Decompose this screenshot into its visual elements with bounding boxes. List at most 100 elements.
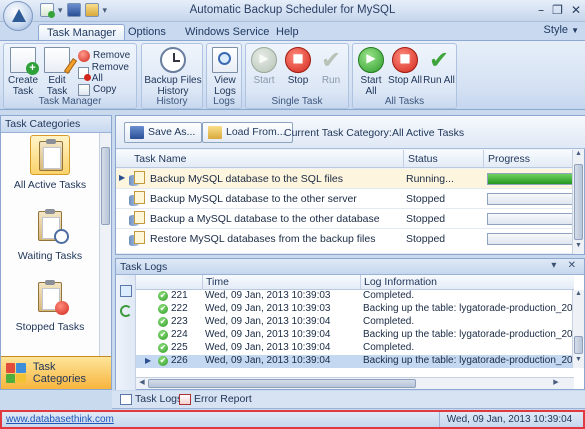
load-from-label: Load From... [226, 126, 286, 138]
app-logo-icon [12, 9, 26, 22]
scrollbar-thumb[interactable] [574, 336, 583, 354]
log-id: 221 [171, 290, 188, 301]
database-task-icon [129, 231, 146, 247]
load-from-button[interactable]: Load From... [202, 122, 293, 143]
tab-windows-service[interactable]: Windows Service [177, 24, 277, 41]
website-link[interactable]: www.databasethink.com [6, 414, 114, 425]
log-row[interactable]: ▶ ✔ 226 Wed, 09 Jan, 2013 10:39:04 Backi… [136, 355, 574, 368]
run-all-label: Run All [423, 75, 455, 86]
row-pointer-icon: ▶ [145, 356, 152, 365]
panel-controls-icon[interactable]: ▾ ✕ [551, 260, 580, 271]
task-name-cell: Restore MySQL databases from the backup … [150, 233, 376, 245]
log-row[interactable]: ✔ 221 Wed, 09 Jan, 2013 10:39:03 Complet… [136, 290, 574, 303]
edit-task-button[interactable]: Edit Task [40, 47, 78, 97]
log-row[interactable]: ✔ 222 Wed, 09 Jan, 2013 10:39:03 Backing… [136, 303, 574, 316]
tab-help[interactable]: Help [268, 24, 307, 41]
task-manager-group-label: Task Manager [38, 96, 102, 107]
close-button[interactable]: ✕ [571, 3, 581, 17]
task-status-cell: Stopped [406, 233, 446, 245]
category-stopped-tasks[interactable]: Stopped Tasks [1, 277, 99, 333]
edit-task-label: Edit Task [46, 75, 68, 97]
style-menu[interactable]: Style ▼ [544, 24, 579, 36]
magnifier-icon [212, 47, 238, 73]
column-separator [403, 150, 404, 168]
category-waiting-tasks[interactable]: Waiting Tasks [1, 206, 99, 262]
start-all-button[interactable]: ▶ Start All [354, 47, 388, 97]
refresh-icon[interactable] [120, 305, 132, 317]
log-time: Wed, 09 Jan, 2013 10:39:03 [205, 303, 331, 314]
scroll-down-icon[interactable]: ▼ [573, 242, 584, 254]
current-category-label: Current Task Category: [284, 127, 392, 139]
create-task-button[interactable]: + Create Task [6, 47, 40, 97]
stop-button[interactable]: ■ Stop [281, 47, 315, 86]
scroll-up-icon[interactable]: ▲ [573, 150, 584, 162]
bottom-tab-bar: Task Logs Error Report [112, 391, 585, 409]
single-task-group-label: Single Task [271, 96, 323, 107]
start-label: Start [253, 75, 275, 86]
logs-side-toolbar [116, 275, 136, 390]
column-time[interactable]: Time [206, 276, 229, 288]
scrollbar-thumb[interactable] [148, 379, 416, 388]
categories-scrollbar[interactable] [99, 133, 111, 365]
tab-task-logs[interactable]: Task Logs [118, 393, 182, 408]
column-task-name[interactable]: Task Name [134, 153, 187, 165]
log-row[interactable]: ✔ 225 Wed, 09 Jan, 2013 10:39:04 Complet… [136, 342, 574, 355]
view-logs-label: View Logs [214, 75, 236, 97]
column-log-information[interactable]: Log Information [364, 276, 437, 288]
column-status[interactable]: Status [408, 153, 438, 165]
column-progress[interactable]: Progress [488, 153, 530, 165]
tab-options[interactable]: Options [120, 24, 174, 41]
log-row[interactable]: ✔ 223 Wed, 09 Jan, 2013 10:39:04 Complet… [136, 316, 574, 329]
stop-all-button[interactable]: ■ Stop All [388, 47, 422, 86]
success-check-icon: ✔ [158, 330, 168, 340]
folder-icon [208, 126, 222, 139]
clipboard-icon [30, 135, 70, 175]
task-status-cell: Stopped [406, 213, 446, 225]
stop-icon: ■ [285, 47, 311, 73]
copy-button[interactable]: Copy [78, 82, 116, 97]
scroll-down-icon[interactable]: ▼ [573, 356, 584, 368]
stop-label: Stop [287, 75, 309, 86]
backup-files-history-button[interactable]: Backup Files History [144, 47, 202, 97]
tab-error-report-label: Error Report [194, 393, 252, 405]
scroll-up-icon[interactable]: ▲ [573, 290, 584, 302]
task-categories-nav-button[interactable]: Task Categories [1, 356, 111, 389]
tab-task-manager[interactable]: Task Manager [38, 24, 126, 41]
task-name-cell: Backup a MySQL database to the other dat… [150, 213, 380, 225]
task-grid-scrollbar[interactable]: ▲ ▼ [572, 150, 584, 254]
single-task-group: ▶ Start ■ Stop ✔ Run Single Task [245, 43, 349, 109]
category-all-active-tasks[interactable]: All Active Tasks [1, 135, 99, 191]
task-categories-panel: Task Categories All Active Tasks Waiting… [0, 115, 112, 390]
run-all-button[interactable]: ✔ Run All [422, 47, 456, 86]
log-time: Wed, 09 Jan, 2013 10:39:04 [205, 355, 331, 366]
table-row[interactable]: ▶ Backup MySQL database to the SQL files… [116, 169, 574, 189]
task-logs-icon [120, 394, 132, 405]
maximize-button[interactable]: ❐ [552, 3, 563, 17]
view-logs-button[interactable]: View Logs [208, 47, 242, 97]
tab-error-report[interactable]: Error Report [177, 393, 252, 408]
play-icon: ▶ [251, 47, 277, 73]
scrollbar-thumb[interactable] [101, 147, 110, 225]
log-grid-scrollbar[interactable]: ▲ ▼ [572, 290, 584, 368]
remove-all-button[interactable]: Remove All [78, 62, 136, 84]
logs-group-label: Logs [213, 96, 235, 107]
run-button[interactable]: ✔ Run [314, 47, 348, 86]
save-as-button[interactable]: Save As... [124, 122, 203, 143]
scroll-left-icon[interactable]: ◀ [136, 378, 148, 389]
log-horizontal-scrollbar[interactable]: ◀ ▶ [136, 377, 574, 389]
scrollbar-thumb[interactable] [574, 164, 583, 240]
view-log-icon[interactable] [120, 285, 132, 297]
start-button[interactable]: ▶ Start [247, 47, 281, 86]
table-row[interactable]: Restore MySQL databases from the backup … [116, 229, 574, 254]
edit-task-icon [44, 47, 78, 74]
remove-label: Remove [93, 50, 131, 61]
task-progress-bar [487, 233, 573, 245]
table-row[interactable]: Backup MySQL database to the other serve… [116, 189, 574, 209]
log-row[interactable]: ✔ 224 Wed, 09 Jan, 2013 10:39:04 Backing… [136, 329, 574, 342]
table-row[interactable]: Backup a MySQL database to the other dat… [116, 209, 574, 229]
scroll-right-icon[interactable]: ▶ [550, 378, 562, 389]
app-menu-button[interactable] [3, 1, 33, 31]
remove-icon [78, 49, 90, 62]
clock-icon [160, 47, 186, 73]
minimize-button[interactable]: – [538, 3, 544, 17]
